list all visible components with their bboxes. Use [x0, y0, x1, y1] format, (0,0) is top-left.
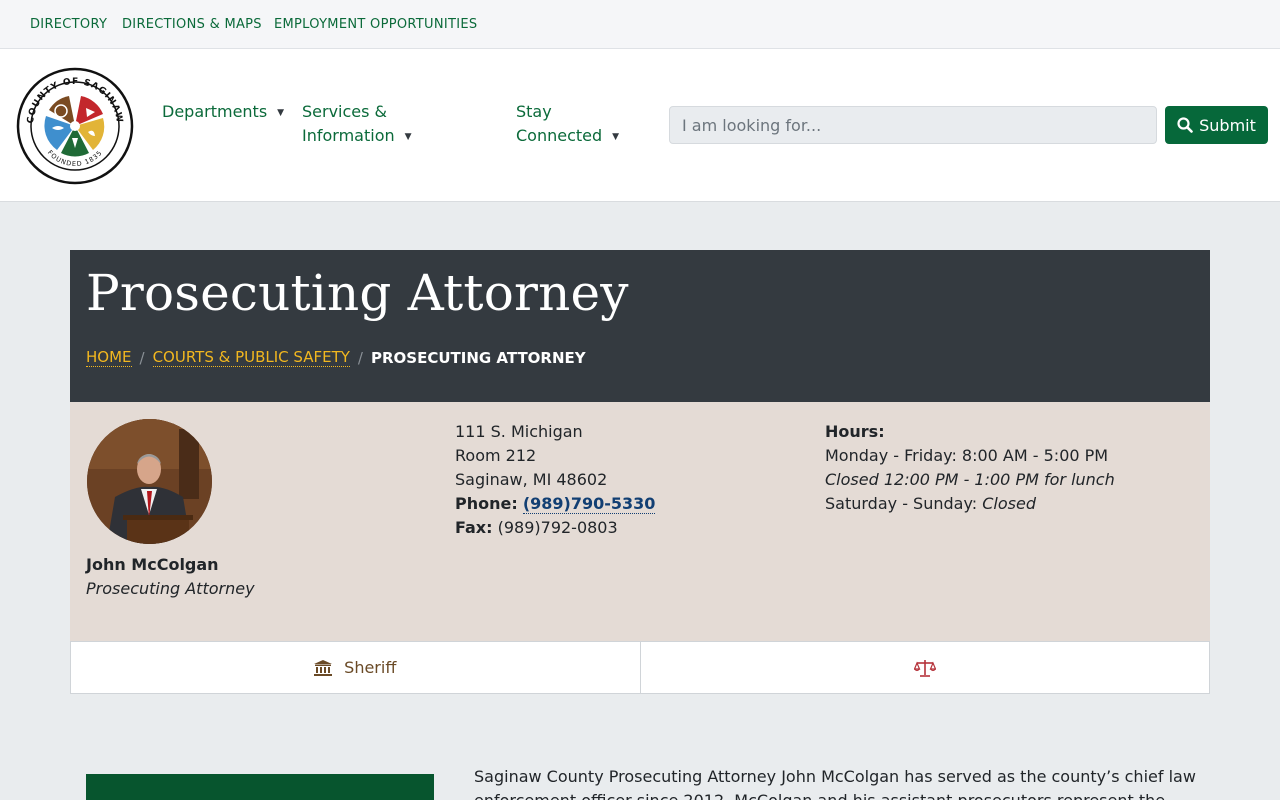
fax-row: Fax: (989)792-0803 — [455, 516, 655, 540]
phone-label: Phone: — [455, 494, 518, 513]
search-icon — [1177, 117, 1193, 133]
fax-label: Fax: — [455, 518, 493, 537]
nav-stay-label-line1: Stay — [516, 102, 552, 121]
site-search-input[interactable] — [669, 106, 1157, 144]
nav-departments[interactable]: Departments ▼ — [162, 100, 284, 125]
department-info-panel: John McColgan Prosecuting Attorney 111 S… — [70, 402, 1210, 642]
intro-line: Saginaw County Prosecuting Attorney John… — [474, 767, 1196, 786]
caret-down-icon: ▼ — [277, 108, 285, 118]
breadcrumb-home-link[interactable]: HOME — [86, 348, 132, 367]
scales-icon — [913, 659, 936, 677]
breadcrumb-separator: / — [357, 348, 363, 367]
caret-down-icon: ▼ — [612, 132, 620, 142]
nav-services-label-line2: Information — [302, 126, 395, 145]
hours-label: Hours: — [825, 422, 885, 441]
county-seal-logo[interactable]: COUNTY OF SAGINAW FOUNDED 1835 — [16, 67, 134, 185]
hours-weekend-row: Saturday - Sunday: Closed — [825, 492, 1115, 516]
related-departments: Sheriff — [70, 641, 1210, 694]
fax-number: (989)792-0803 — [497, 518, 618, 537]
breadcrumb-current: PROSECUTING ATTORNEY — [370, 348, 586, 367]
county-seal-icon: COUNTY OF SAGINAW FOUNDED 1835 — [16, 67, 134, 185]
search-submit-button[interactable]: Submit — [1165, 106, 1268, 144]
hours-weekend-status: Closed — [982, 494, 1036, 513]
hours-weekend-prefix: Saturday - Sunday: — [825, 494, 983, 513]
intro-line: enforcement officer since 2012. McColgan… — [474, 789, 1204, 800]
page-title: Prosecuting Attorney — [86, 264, 629, 322]
official-portrait-image — [87, 419, 212, 544]
utility-link-directions-maps[interactable]: DIRECTIONS & MAPS — [122, 17, 262, 32]
sidebar-panel — [86, 774, 434, 800]
related-link-sheriff-label: Sheriff — [344, 658, 397, 677]
phone-link[interactable]: (989)790-5330 — [522, 494, 656, 514]
nav-departments-label: Departments — [162, 102, 268, 121]
nav-stay-connected[interactable]: Stay Connected ▼ — [516, 100, 619, 149]
intro-paragraph: Saginaw County Prosecuting Attorney John… — [474, 765, 1204, 800]
address-line1: 111 S. Michigan — [455, 422, 583, 441]
office-hours: Hours: Monday - Friday: 8:00 AM - 5:00 P… — [825, 420, 1115, 516]
page-hero: Prosecuting Attorney HOME / COURTS & PUB… — [70, 250, 1210, 402]
caret-down-icon: ▼ — [404, 132, 412, 142]
utility-bar: DIRECTORY DIRECTIONS & MAPS EMPLOYMENT O… — [0, 0, 1280, 49]
utility-link-directory[interactable]: DIRECTORY — [30, 17, 107, 32]
nav-services-label-line1: Services & — [302, 102, 388, 121]
hours-lunch: Closed 12:00 PM - 1:00 PM for lunch — [825, 470, 1115, 489]
hours-weekday: Monday - Friday: 8:00 AM - 5:00 PM — [825, 446, 1109, 465]
breadcrumb: HOME / COURTS & PUBLIC SAFETY / PROSECUT… — [86, 348, 586, 367]
address-line2: Room 212 — [455, 446, 537, 465]
related-link-courts[interactable] — [640, 641, 1210, 694]
breadcrumb-separator: / — [139, 348, 145, 367]
phone-row: Phone: (989)790-5330 — [455, 492, 656, 516]
address-line3: Saginaw, MI 48602 — [455, 470, 608, 489]
related-link-sheriff[interactable]: Sheriff — [70, 641, 641, 694]
official-name: John McColgan — [86, 555, 219, 574]
main-header: COUNTY OF SAGINAW FOUNDED 1835 Departmen… — [0, 49, 1280, 202]
official-photo — [87, 419, 212, 544]
official-title: Prosecuting Attorney — [86, 579, 255, 598]
breadcrumb-section-link[interactable]: COURTS & PUBLIC SAFETY — [152, 348, 350, 367]
nav-services-information[interactable]: Services & Information ▼ — [302, 100, 412, 149]
nav-stay-label-line2: Connected — [516, 126, 603, 145]
landmark-icon — [314, 659, 333, 676]
utility-link-employment[interactable]: EMPLOYMENT OPPORTUNITIES — [274, 17, 477, 32]
search-submit-label: Submit — [1199, 115, 1256, 135]
contact-address: 111 S. Michigan Room 212 Saginaw, MI 486… — [455, 420, 656, 540]
